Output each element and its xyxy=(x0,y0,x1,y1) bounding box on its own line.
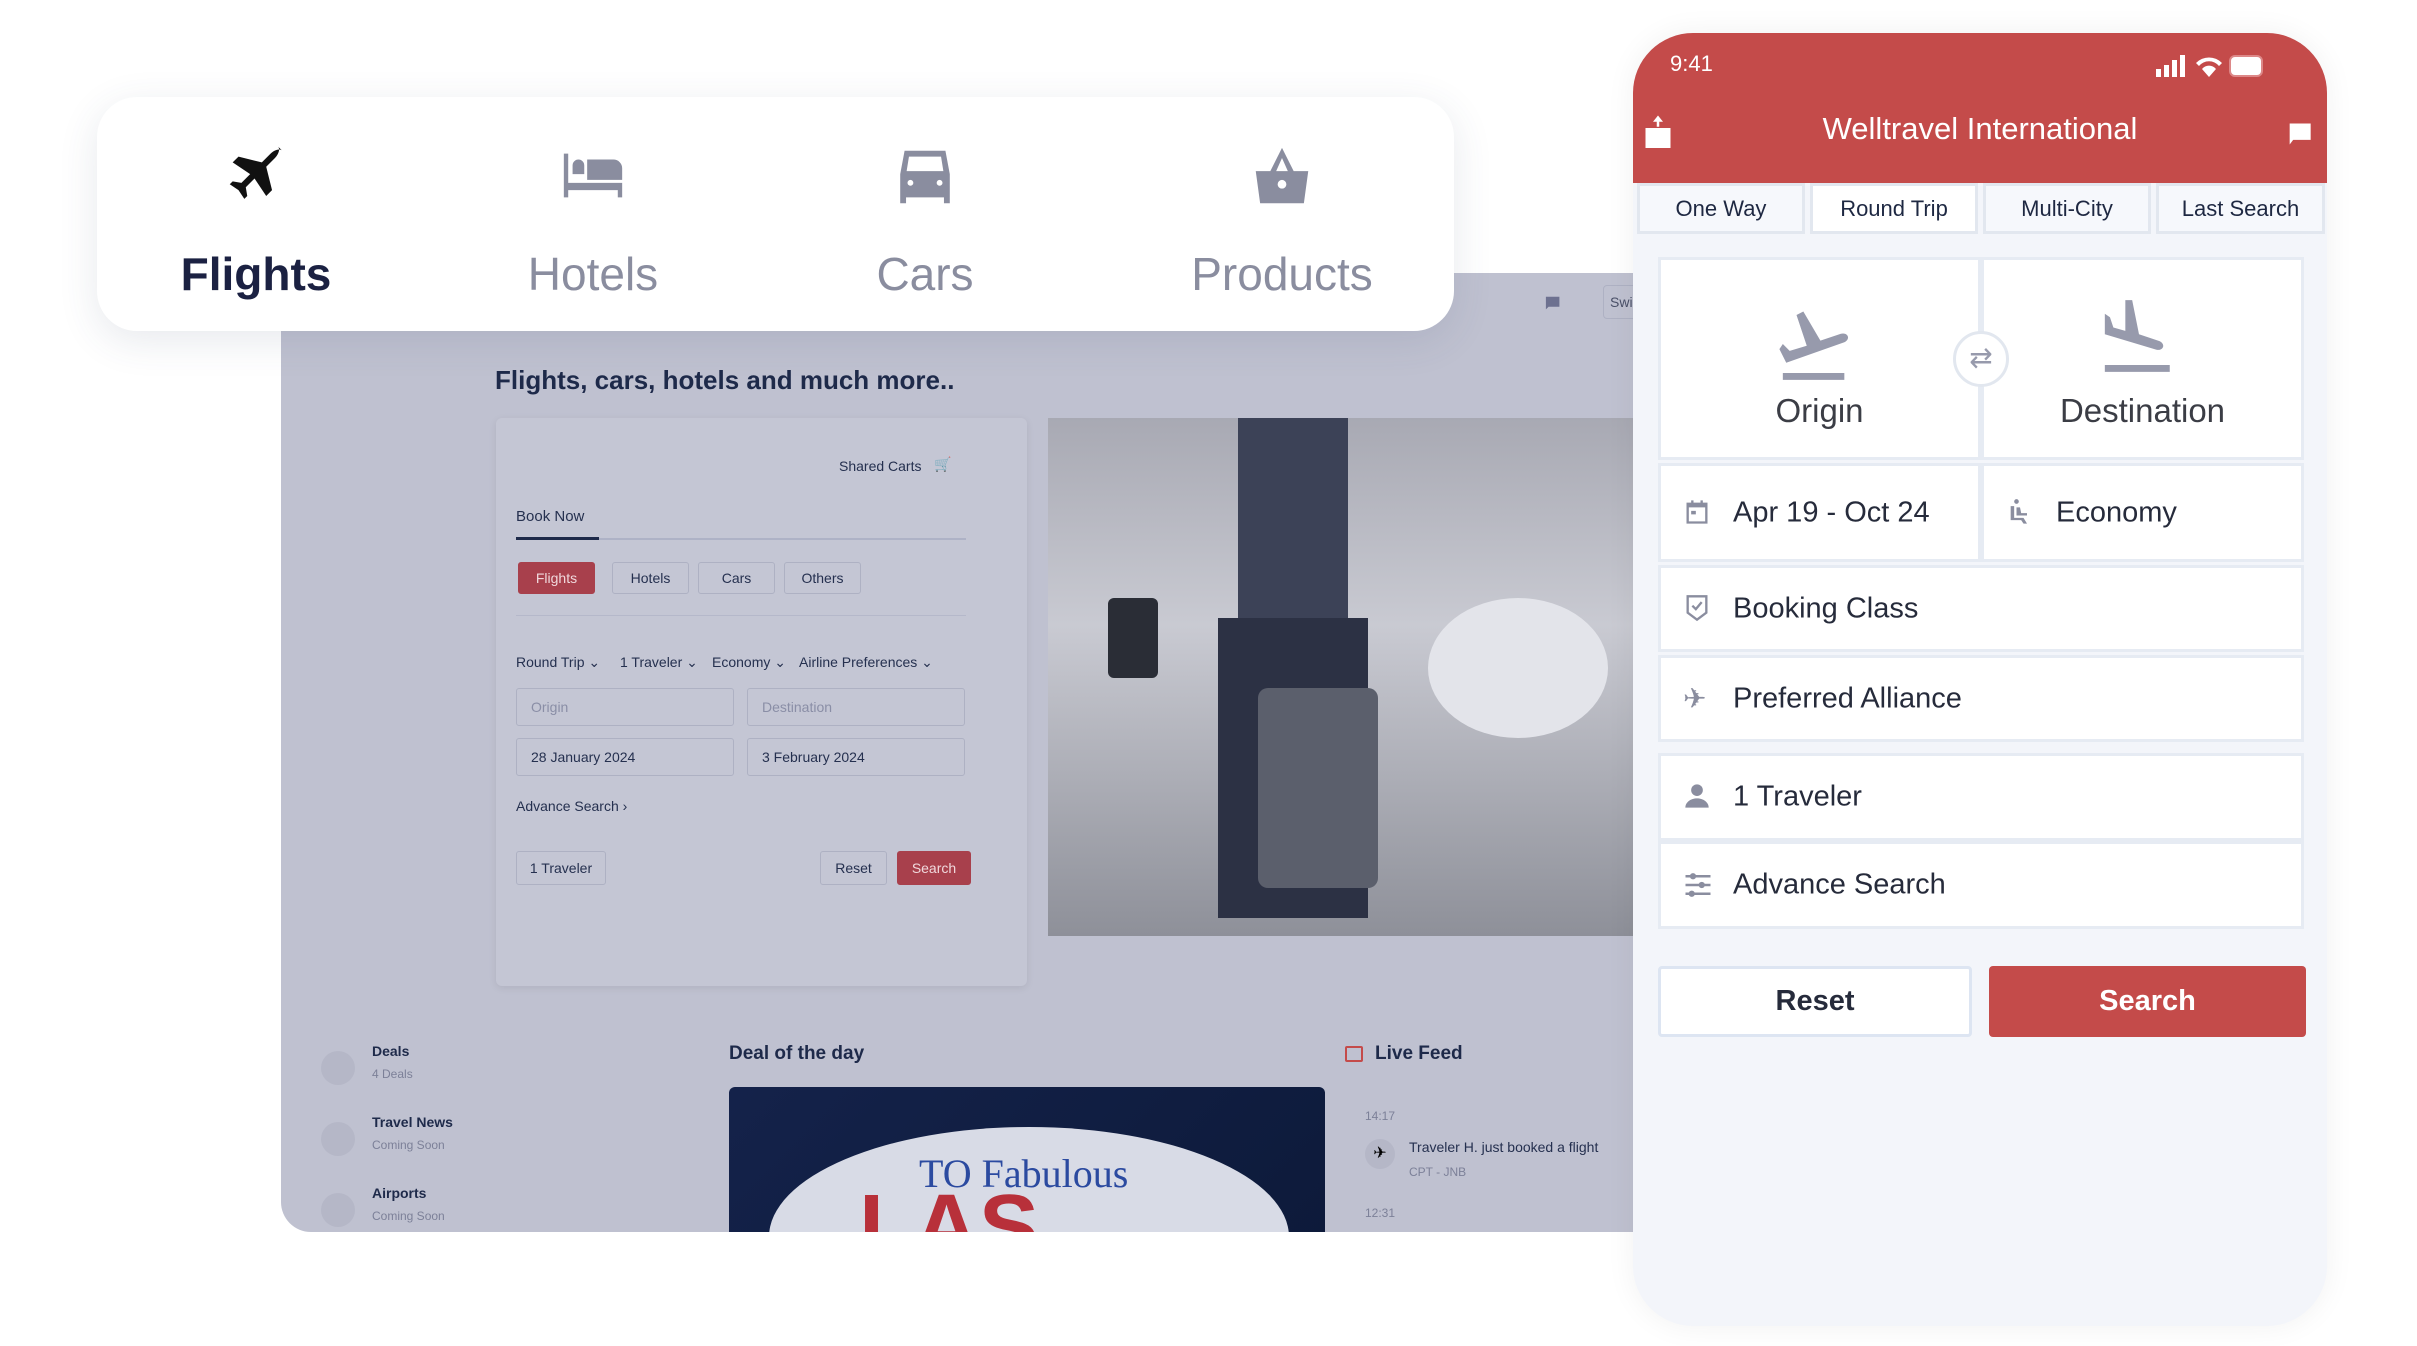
svg-text:LAS: LAS xyxy=(859,1177,1039,1232)
chat-icon[interactable] xyxy=(2285,121,2313,147)
tab-cars[interactable]: Cars xyxy=(775,97,1075,331)
date-from-input[interactable]: 28 January 2024 xyxy=(516,738,734,776)
landing-icon xyxy=(2104,300,2170,372)
app-header: 9:41 Welltravel International xyxy=(1633,33,2327,183)
traveler-dropdown[interactable]: 1 Traveler ⌄ xyxy=(620,654,698,671)
car-icon xyxy=(900,150,950,204)
deal-of-the-day-title: Deal of the day xyxy=(729,1043,865,1064)
tab-hotels[interactable]: Hotels xyxy=(612,562,689,594)
tab-multi-city[interactable]: Multi-City xyxy=(1983,183,2151,234)
tv-icon xyxy=(1345,1046,1363,1062)
plane-icon xyxy=(229,146,283,199)
tab-hotels[interactable]: Hotels xyxy=(443,97,743,331)
tab-others[interactable]: Others xyxy=(784,562,861,594)
person-icon xyxy=(1683,782,1713,812)
seat-icon xyxy=(2006,498,2036,528)
preferred-alliance-field[interactable]: ✈ Preferred Alliance xyxy=(1658,655,2304,742)
traveler-button[interactable]: 1 Traveler xyxy=(516,851,606,885)
swap-button[interactable]: ⇄ xyxy=(1953,331,2009,387)
feed-item[interactable]: Traveler H. just booked a flight xyxy=(1409,1139,1598,1155)
bed-icon xyxy=(563,153,623,198)
cabin-dropdown[interactable]: Economy ⌄ xyxy=(712,654,786,671)
destination-select[interactable]: Destination xyxy=(747,688,965,726)
tab-products[interactable]: Products xyxy=(1132,97,1432,331)
sidebar-item-airports[interactable]: Airports xyxy=(372,1185,426,1201)
advance-search-link[interactable]: Advance Search › xyxy=(516,798,627,814)
basket-icon xyxy=(1255,147,1309,204)
switch-button[interactable]: Swi xyxy=(1603,285,1633,319)
search-button[interactable]: Search xyxy=(897,851,971,885)
status-time: 9:41 xyxy=(1670,51,1713,76)
status-icons xyxy=(2156,53,2266,88)
search-button[interactable]: Search xyxy=(1989,966,2306,1037)
sidebar-item-travel-news[interactable]: Travel News xyxy=(372,1114,453,1130)
calendar-icon xyxy=(1683,498,1713,528)
shield-check-icon xyxy=(1683,594,1713,624)
plane-icon: ✈ xyxy=(1683,682,1707,714)
book-now-tab[interactable]: Book Now xyxy=(516,508,584,525)
traveler-field[interactable]: 1 Traveler xyxy=(1658,753,2304,841)
shared-carts-dropdown[interactable]: Shared Carts xyxy=(839,458,921,474)
cart-icon[interactable]: 🛒 xyxy=(934,456,951,473)
tab-cars[interactable]: Cars xyxy=(698,562,775,594)
destination-field[interactable]: Destination xyxy=(1981,257,2304,460)
booking-class-field[interactable]: Booking Class xyxy=(1658,565,2304,652)
plane-icon: ✈ xyxy=(1365,1139,1395,1169)
cabin-field[interactable]: Economy xyxy=(1981,463,2304,562)
reset-button[interactable]: Reset xyxy=(820,851,887,885)
origin-select[interactable]: Origin xyxy=(516,688,734,726)
app-title: Welltravel International xyxy=(1822,111,2138,146)
location-pin-icon xyxy=(321,1193,355,1227)
dates-field[interactable]: Apr 19 - Oct 24 xyxy=(1658,463,1981,562)
desktop-preview: Swi Flights, cars, hotels and much more.… xyxy=(281,273,1633,1232)
tab-one-way[interactable]: One Way xyxy=(1637,183,1805,234)
origin-field[interactable]: Origin xyxy=(1658,257,1981,460)
trip-type-dropdown[interactable]: Round Trip ⌄ xyxy=(516,654,600,671)
tab-last-search[interactable]: Last Search xyxy=(2156,183,2325,234)
reset-button[interactable]: Reset xyxy=(1658,966,1972,1037)
booking-form: Shared Carts 🛒 Book Now Flights Hotels C… xyxy=(496,418,1027,986)
sidebar-item-deals[interactable]: Deals xyxy=(372,1043,409,1059)
tab-flights[interactable]: Flights xyxy=(106,97,406,331)
tab-round-trip[interactable]: Round Trip xyxy=(1810,183,1978,234)
sliders-icon xyxy=(1683,870,1713,900)
chat-icon[interactable] xyxy=(1543,295,1565,313)
traveler-photo xyxy=(1048,418,1633,936)
category-tabs: Flights Hotels Cars Products xyxy=(97,97,1454,331)
deal-image[interactable]: TO Fabulous LAS xyxy=(729,1087,1325,1232)
page-heading: Flights, cars, hotels and much more.. xyxy=(495,365,955,395)
airline-preferences-dropdown[interactable]: Airline Preferences ⌄ xyxy=(799,654,933,671)
date-to-input[interactable]: 3 February 2024 xyxy=(747,738,965,776)
tab-flights[interactable]: Flights xyxy=(518,562,595,594)
mobile-app: 9:41 Welltravel International One Way Ro… xyxy=(1633,33,2327,1326)
advance-search-field[interactable]: Advance Search xyxy=(1658,841,2304,929)
takeoff-icon xyxy=(1779,311,1849,380)
news-icon xyxy=(321,1122,355,1156)
